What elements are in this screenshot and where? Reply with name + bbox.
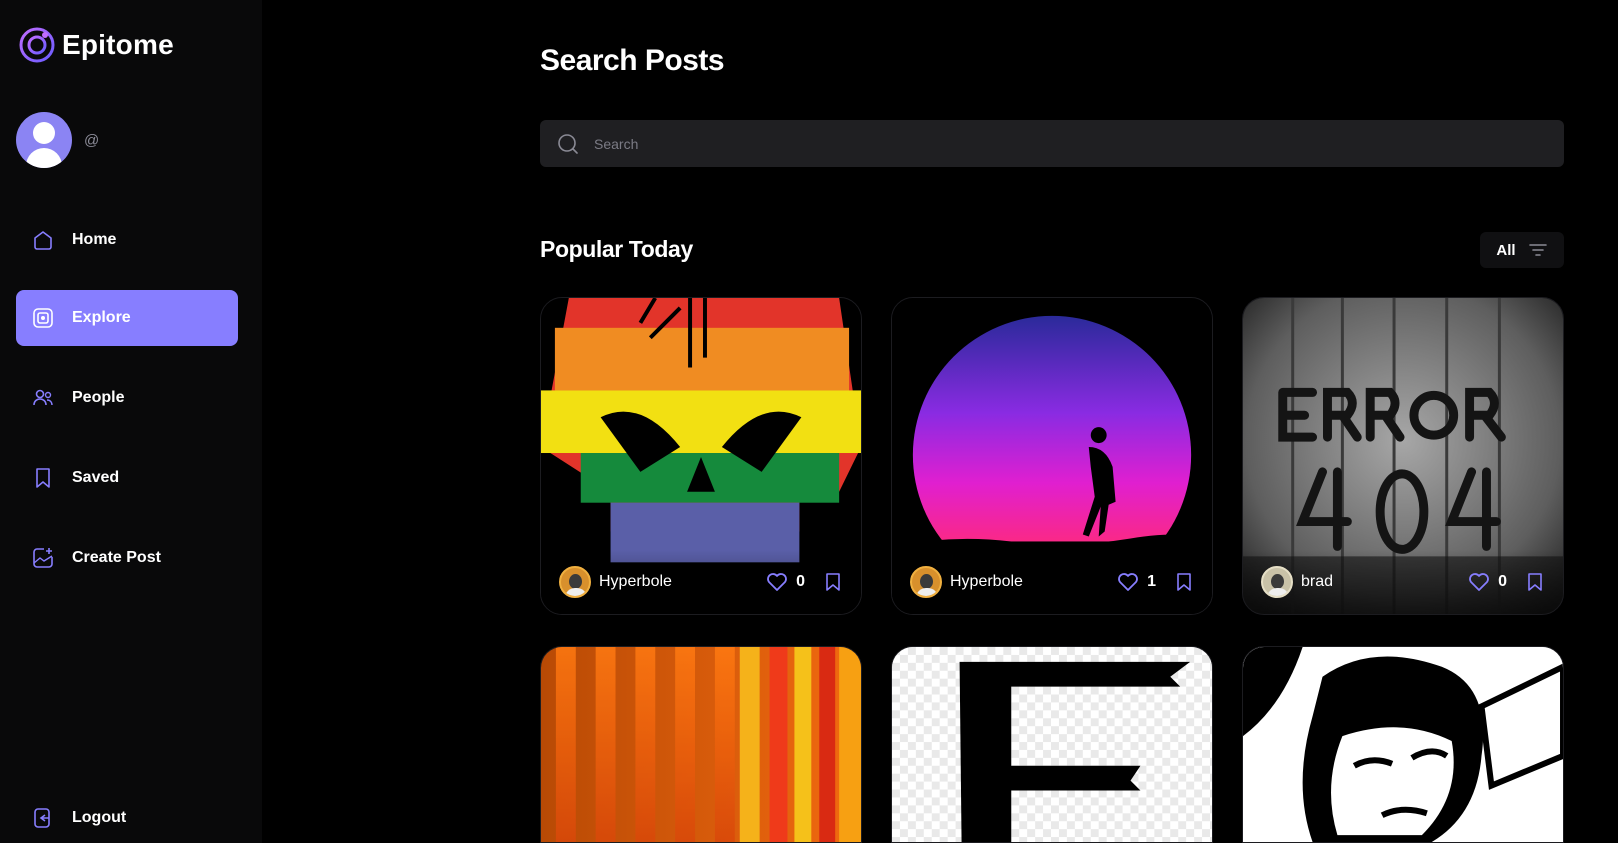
- logout-button[interactable]: Logout: [16, 790, 238, 843]
- bookmark-icon[interactable]: [823, 572, 843, 592]
- like-button[interactable]: 1: [1117, 572, 1156, 592]
- creator-avatar[interactable]: [910, 566, 942, 598]
- like-button[interactable]: 0: [1468, 572, 1507, 592]
- sidebar-item-explore[interactable]: Explore: [16, 290, 238, 346]
- post-card[interactable]: Hyperbole 1: [891, 297, 1213, 615]
- creator-name[interactable]: brad: [1301, 573, 1468, 591]
- post-card[interactable]: [1242, 646, 1564, 843]
- sidebar-item-label: People: [72, 389, 125, 406]
- sidebar-item-saved[interactable]: Saved: [16, 450, 238, 506]
- logout-icon: [34, 808, 50, 828]
- creator-name[interactable]: Hyperbole: [950, 573, 1117, 591]
- search-input[interactable]: [594, 135, 1494, 152]
- sidebar-item-label: Saved: [72, 469, 120, 486]
- app-name: Epitome: [62, 29, 174, 60]
- post-footer: Hyperbole 1: [892, 550, 1212, 614]
- heart-icon: [1118, 573, 1138, 591]
- post-card[interactable]: [540, 646, 862, 843]
- like-count: 1: [1147, 573, 1156, 590]
- like-count: 0: [1498, 573, 1507, 590]
- home-icon: [34, 231, 52, 250]
- search-icon: [558, 133, 578, 154]
- bookmark-icon[interactable]: [1525, 572, 1545, 592]
- people-icon: [33, 389, 53, 406]
- explore-icon: [33, 308, 53, 328]
- filter-label: All: [1496, 241, 1516, 259]
- heart-icon: [1469, 573, 1489, 591]
- page-title: Search Posts: [540, 44, 725, 77]
- post-image: [541, 647, 861, 842]
- sidebar-item-create-post[interactable]: Create Post: [16, 530, 238, 586]
- like-button[interactable]: 0: [766, 572, 805, 592]
- section-title: Popular Today: [540, 236, 693, 262]
- post-image: [892, 647, 1212, 842]
- sidebar: Epitome @ Home Explore People Saved Crea…: [0, 0, 262, 843]
- post-footer: brad 0: [1243, 550, 1563, 614]
- post-card[interactable]: Hyperbole 0: [540, 297, 862, 615]
- profile[interactable]: @: [16, 112, 99, 168]
- post-card[interactable]: [891, 646, 1213, 843]
- post-image: [1243, 647, 1563, 842]
- creator-name[interactable]: Hyperbole: [599, 573, 766, 591]
- filter-icon: [1528, 244, 1547, 256]
- create-post-icon: [33, 548, 53, 568]
- creator-avatar[interactable]: [1261, 566, 1293, 598]
- post-card[interactable]: brad 0: [1242, 297, 1564, 615]
- profile-handle: @: [84, 131, 100, 149]
- sidebar-item-label: Explore: [72, 309, 131, 326]
- bookmark-icon[interactable]: [1174, 572, 1194, 592]
- sidebar-item-home[interactable]: Home: [16, 212, 238, 268]
- post-footer: Hyperbole 0: [541, 550, 861, 614]
- avatar[interactable]: [16, 112, 72, 168]
- logo-icon: [19, 27, 55, 63]
- logout-label: Logout: [72, 809, 127, 826]
- filter-button[interactable]: All: [1480, 232, 1564, 268]
- sidebar-item-label: Home: [72, 231, 117, 248]
- heart-icon: [767, 573, 787, 591]
- creator-avatar[interactable]: [559, 566, 591, 598]
- app-logo[interactable]: Epitome: [18, 26, 174, 64]
- sidebar-item-people[interactable]: People: [16, 370, 238, 426]
- sidebar-item-label: Create Post: [72, 549, 161, 566]
- bookmark-icon: [36, 468, 50, 488]
- like-count: 0: [796, 573, 805, 590]
- search-bar[interactable]: [540, 120, 1564, 167]
